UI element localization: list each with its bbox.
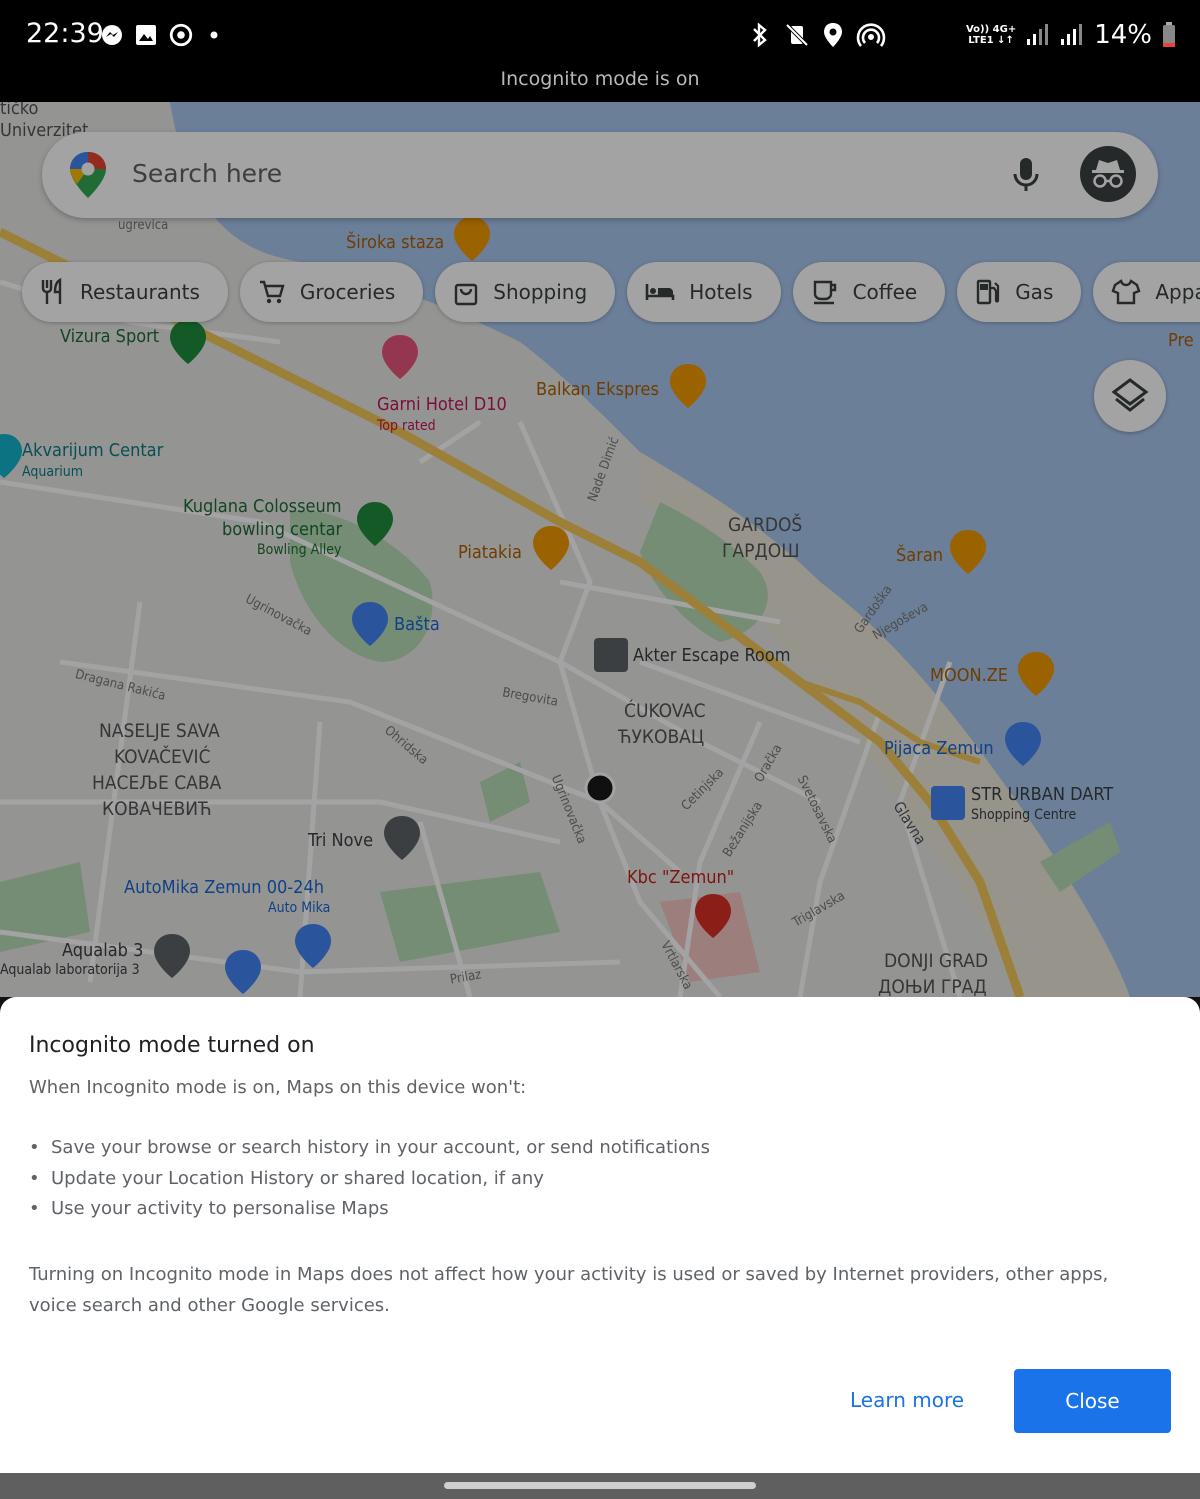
sync-icon — [169, 23, 193, 47]
close-button[interactable]: Close — [1014, 1369, 1171, 1433]
battery-icon — [1163, 22, 1175, 47]
network-indicator: Vo)) 4G+ LTE1 ↓↑ — [965, 24, 1017, 46]
status-center-icons — [748, 22, 886, 48]
status-bar: 22:39 Vo)) 4G+ LTE1 ↓↑ 14% Incognito mod… — [0, 0, 1200, 102]
gallery-icon — [136, 25, 156, 45]
incognito-info-sheet: Incognito mode turned on When Incognito … — [0, 997, 1200, 1473]
status-right: Vo)) 4G+ LTE1 ↓↑ 14% — [966, 20, 1176, 50]
bluetooth-icon — [753, 22, 767, 48]
incognito-banner: Incognito mode is on — [500, 68, 700, 90]
dim-overlay[interactable] — [0, 102, 1200, 997]
dot-icon — [210, 31, 218, 39]
list-item: Save your browse or search history in yo… — [29, 1137, 710, 1168]
status-time: 22:39 — [26, 18, 104, 49]
status-left-icons — [100, 22, 224, 48]
battery-percent: 14% — [1094, 20, 1152, 50]
sheet-intro: When Incognito mode is on, Maps on this … — [29, 1077, 527, 1098]
sheet-note: Turning on Incognito mode in Maps does n… — [29, 1264, 1109, 1316]
signal-icon-2 — [1061, 24, 1083, 45]
list-item: Use your activity to personalise Maps — [29, 1198, 710, 1229]
sheet-bullet-list: Save your browse or search history in yo… — [29, 1137, 710, 1229]
sheet-title: Incognito mode turned on — [29, 1033, 315, 1058]
messenger-icon — [102, 25, 122, 45]
list-item: Update your Location History or shared l… — [29, 1168, 710, 1199]
mute-vibrate-icon — [785, 23, 809, 47]
home-gesture-handle[interactable] — [444, 1482, 756, 1489]
map-view[interactable]: tičko Univerzitet ugrevica Široka staza … — [0, 102, 1200, 997]
navigation-bar — [0, 1473, 1200, 1499]
learn-more-button[interactable]: Learn more — [830, 1369, 984, 1431]
hotspot-icon — [856, 23, 886, 47]
location-icon — [824, 23, 842, 47]
signal-icon — [1027, 24, 1049, 45]
